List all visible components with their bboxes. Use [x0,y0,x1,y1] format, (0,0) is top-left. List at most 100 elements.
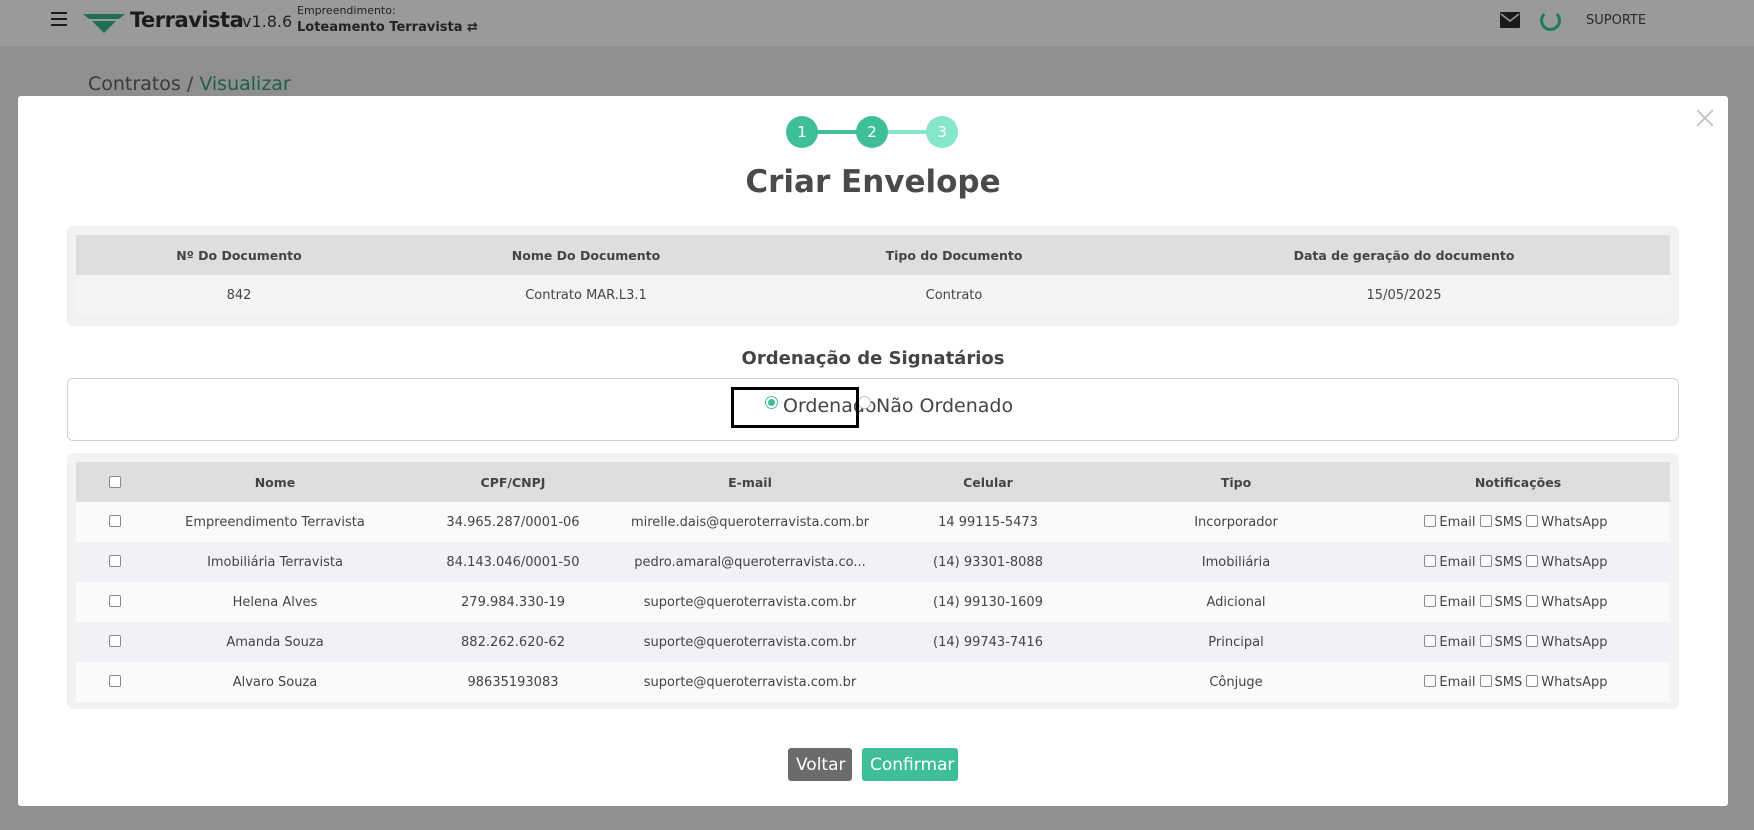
row-select-checkbox[interactable] [109,674,121,687]
signer-email: suporte@queroterravista.com.br [630,582,870,622]
step-1: 1 [786,116,818,148]
close-icon[interactable] [1693,106,1717,130]
table-row: 842 Contrato MAR.L3.1 Contrato 15/05/202… [76,275,1670,315]
col-doc-name: Nome Do Documento [402,235,770,275]
back-button[interactable]: Voltar [788,748,852,781]
top-bar: Terravista v1.8.6 Empreendimento: Loteam… [0,0,1754,46]
notify-sms-checkbox[interactable] [1479,634,1492,647]
table-row: Amanda Souza 882.262.620-62 suporte@querot… [76,622,1670,662]
notify-email-checkbox[interactable] [1424,594,1437,607]
notify-whatsapp-checkbox[interactable] [1526,554,1539,567]
row-select-cell [76,582,154,622]
col-tipo: Tipo [1106,462,1366,502]
notify-email-checkbox[interactable] [1424,634,1437,647]
notify-whatsapp-checkbox[interactable] [1526,594,1539,607]
notify-label: SMS [1494,634,1523,650]
signer-phone: (14) 99743-7416 [870,622,1106,662]
row-select-cell [76,662,154,702]
signer-document: 98635193083 [396,662,630,702]
col-notificacoes: Notificações [1366,462,1670,502]
notify-label: SMS [1494,674,1523,690]
notify-label: SMS [1494,594,1523,610]
project-label: Empreendimento: [297,4,396,17]
signer-type: Principal [1106,622,1366,662]
doc-date: 15/05/2025 [1138,275,1670,315]
col-celular: Celular [870,462,1106,502]
signer-notifications: Email SMS WhatsApp [1366,502,1670,542]
notify-email-checkbox[interactable] [1424,554,1437,567]
notify-sms-checkbox[interactable] [1479,514,1492,527]
signer-type: Adicional [1106,582,1366,622]
ordering-options: Ordenado Não Ordenado [67,378,1679,441]
loading-spinner-icon [1540,10,1561,31]
create-envelope-modal: 1 2 3 Criar Envelope Nº Do Documento Nom… [18,96,1728,806]
user-menu[interactable]: SUPORTE [1586,13,1646,28]
breadcrumb-visualizar: Visualizar [199,73,291,95]
signer-document: 34.965.287/0001-06 [396,502,630,542]
notify-email-checkbox[interactable] [1424,674,1437,687]
notify-label: WhatsApp [1541,554,1608,570]
signer-phone: 14 99115-5473 [870,502,1106,542]
signer-document: 279.984.330-19 [396,582,630,622]
row-select-checkbox[interactable] [109,554,121,567]
ordering-title: Ordenação de Signatários [741,348,1005,369]
terravista-logo-icon [83,14,125,33]
table-row: Imobiliária Terravista 84.143.046/0001-50… [76,542,1670,582]
row-select-checkbox[interactable] [109,634,121,647]
notify-label: WhatsApp [1541,514,1608,530]
notify-whatsapp-checkbox[interactable] [1526,634,1539,647]
notify-label: WhatsApp [1541,634,1608,650]
signer-type: Incorporador [1106,502,1366,542]
signer-phone: (14) 99130-1609 [870,582,1106,622]
row-select-checkbox[interactable] [109,514,121,527]
notify-label: Email [1439,554,1476,570]
table-row: Alvaro Souza 98635193083 suporte@queroterr… [76,662,1670,702]
notify-label: Email [1439,514,1476,530]
table-row: Empreendimento Terravista 34.965.287/0001… [76,502,1670,542]
breadcrumb-separator: / [186,73,194,95]
document-info-card: Nº Do Documento Nome Do Documento Tipo d… [67,226,1679,326]
brand-name: Terravista [130,8,244,32]
table-row: Helena Alves 279.984.330-19 suporte@querot… [76,582,1670,622]
doc-name: Contrato MAR.L3.1 [402,275,770,315]
signer-email: pedro.amaral@queroterravista.co... [630,542,870,582]
signer-name: Imobiliária Terravista [154,542,396,582]
breadcrumb: Contratos / Visualizar [88,73,291,95]
confirm-button[interactable]: Confirmar [862,748,958,781]
signer-name: Amanda Souza [154,622,396,662]
signer-notifications: Email SMS WhatsApp [1366,582,1670,622]
stepper: 1 2 3 [786,116,978,148]
notify-whatsapp-checkbox[interactable] [1526,514,1539,527]
notify-label: WhatsApp [1541,594,1608,610]
select-all-checkbox[interactable] [109,475,121,488]
signer-document: 882.262.620-62 [396,622,630,662]
notify-whatsapp-checkbox[interactable] [1526,674,1539,687]
project-switcher[interactable]: Loteamento Terravista ⇄ [297,20,478,35]
radio-unchecked-icon[interactable] [858,396,871,409]
menu-icon[interactable] [51,12,67,26]
breadcrumb-contratos[interactable]: Contratos [88,73,181,95]
notify-sms-checkbox[interactable] [1479,674,1492,687]
row-select-checkbox[interactable] [109,594,121,607]
notify-sms-checkbox[interactable] [1479,594,1492,607]
notify-sms-checkbox[interactable] [1479,554,1492,567]
step-3: 3 [926,116,958,148]
notify-label: WhatsApp [1541,674,1608,690]
mail-icon[interactable] [1500,12,1520,28]
signer-phone [870,662,1106,702]
notify-email-checkbox[interactable] [1424,514,1437,527]
radio-nao-ordenado[interactable]: Não Ordenado [858,395,1013,417]
col-doc-type: Tipo do Documento [770,235,1138,275]
signers-card: Nome CPF/CNPJ E-mail Celular Tipo Notifi… [67,453,1679,709]
signer-name: Helena Alves [154,582,396,622]
signer-type: Imobiliária [1106,542,1366,582]
signer-type: Cônjuge [1106,662,1366,702]
radio-nao-ordenado-label: Não Ordenado [876,395,1014,417]
notify-label: SMS [1494,554,1523,570]
selection-highlight [731,387,859,428]
signer-document: 84.143.046/0001-50 [396,542,630,582]
notify-label: Email [1439,594,1476,610]
col-cpf-cnpj: CPF/CNPJ [396,462,630,502]
col-doc-date: Data de geração do documento [1138,235,1670,275]
row-select-cell [76,542,154,582]
